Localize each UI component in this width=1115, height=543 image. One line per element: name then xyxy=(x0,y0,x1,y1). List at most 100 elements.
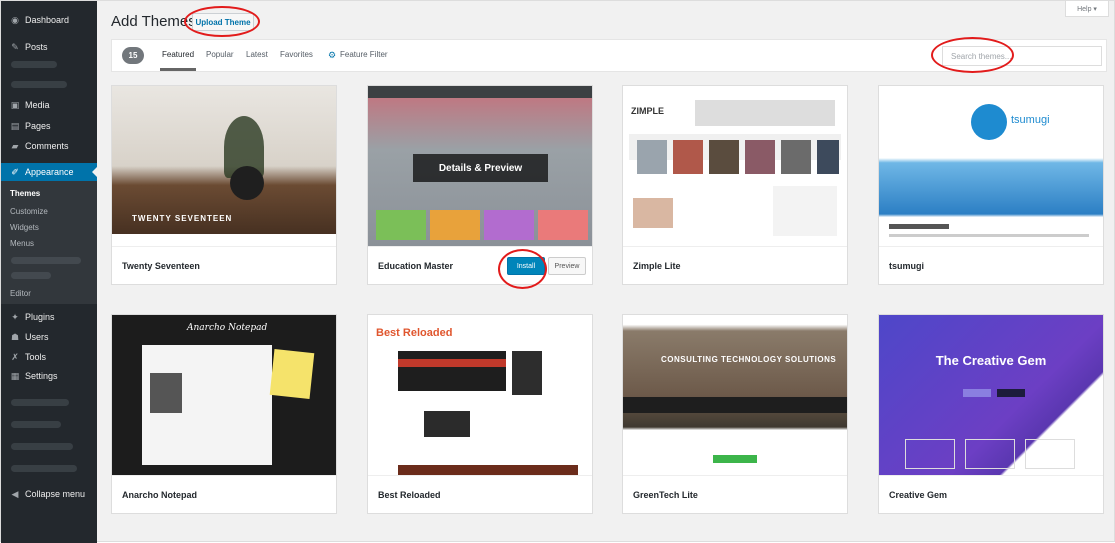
sidebar-item-label: Posts xyxy=(25,42,48,52)
paintbrush-icon: ✐ xyxy=(11,166,19,177)
sidebar-item-appearance[interactable]: ✐ Appearance xyxy=(1,163,97,181)
theme-logo: tsumugi xyxy=(1011,114,1050,126)
theme-card-greentech-lite[interactable]: CONSULTING TECHNOLOGY SOLUTIONS GreenTec… xyxy=(622,314,848,514)
theme-screenshot[interactable]: Best Reloaded xyxy=(368,315,592,475)
sidebar-item-label: Settings xyxy=(25,371,58,381)
theme-name: Best Reloaded xyxy=(368,475,592,513)
theme-card-zimple-lite[interactable]: ZIMPLE Zimple Lite xyxy=(622,85,848,285)
sidebar-item-tools[interactable]: ✗ Tools xyxy=(1,348,97,366)
service-box xyxy=(905,439,955,469)
sidebar-item-media[interactable]: ▣ Media xyxy=(1,96,97,114)
submenu-item-menus[interactable]: Menus xyxy=(10,239,34,248)
tab-latest[interactable]: Latest xyxy=(246,50,268,59)
slider-thumb xyxy=(745,140,775,174)
theme-screenshot[interactable]: TWENTY SEVENTEEN xyxy=(112,86,336,246)
submenu-item-widgets[interactable]: Widgets xyxy=(10,223,39,232)
theme-card-education-master[interactable]: Details & Preview Education Master Insta… xyxy=(367,85,593,285)
theme-name: Twenty Seventeen xyxy=(112,246,336,284)
post-thumb xyxy=(150,373,182,413)
sidebar-item-label: Dashboard xyxy=(25,15,70,25)
admin-sidebar: ◉ Dashboard ✎ Posts ▣ Media ▤ Pages ▰ Co… xyxy=(1,1,97,543)
theme-screenshot[interactable]: The Creative Gem xyxy=(879,315,1103,475)
theme-topbar xyxy=(368,86,592,98)
wrench-icon: ✗ xyxy=(11,351,19,362)
sidebar-item-label: Plugins xyxy=(25,312,55,322)
theme-screenshot[interactable]: Details & Preview xyxy=(368,86,592,246)
sidebar-item-label: Collapse menu xyxy=(25,489,86,499)
sidebar-item-label: Appearance xyxy=(25,167,74,177)
gear-icon[interactable]: ⚙ xyxy=(328,50,336,61)
search-input[interactable] xyxy=(942,46,1102,66)
hero-button xyxy=(997,389,1025,397)
feature-box xyxy=(538,210,588,240)
service-box xyxy=(965,439,1015,469)
wp-admin-window: ◉ Dashboard ✎ Posts ▣ Media ▤ Pages ▰ Co… xyxy=(0,0,1115,543)
submenu-item-themes[interactable]: Themes xyxy=(10,189,40,198)
blurred-menu-item xyxy=(11,443,73,450)
users-icon: ☗ xyxy=(10,331,20,342)
pages-icon: ▤ xyxy=(10,120,20,131)
sidebar-item-label: Comments xyxy=(25,141,69,151)
sidebar-item-comments[interactable]: ▰ Comments xyxy=(1,137,97,155)
theme-banner-text: Best Reloaded xyxy=(376,327,453,339)
theme-banner-text: The Creative Gem xyxy=(935,353,1047,368)
collapse-menu-button[interactable]: ◀ Collapse menu xyxy=(1,485,97,503)
feature-box xyxy=(376,210,426,240)
theme-screenshot[interactable]: Anarcho Notepad xyxy=(112,315,336,475)
sidebar-item-plugins[interactable]: ✦ Plugins xyxy=(1,308,97,326)
theme-card-twenty-seventeen[interactable]: TWENTY SEVENTEEN Twenty Seventeen xyxy=(111,85,337,285)
sidebar-item-pages[interactable]: ▤ Pages xyxy=(1,117,97,135)
sidebar-widget xyxy=(773,186,837,236)
post-title-line xyxy=(889,224,949,229)
blurred-menu-item xyxy=(11,257,81,264)
submenu-item-customize[interactable]: Customize xyxy=(10,207,48,216)
sidebar-item-posts[interactable]: ✎ Posts xyxy=(1,38,97,56)
theme-banner-text: Anarcho Notepad xyxy=(187,323,268,333)
theme-screenshot[interactable]: tsumugi xyxy=(879,86,1103,246)
theme-nav-strip xyxy=(112,234,336,246)
upload-theme-button[interactable]: Upload Theme xyxy=(192,13,254,31)
hero-slider xyxy=(398,351,506,391)
theme-screenshot[interactable]: CONSULTING TECHNOLOGY SOLUTIONS xyxy=(623,315,847,475)
post-thumb xyxy=(633,198,673,228)
theme-card-anarcho-notepad[interactable]: Anarcho Notepad Anarcho Notepad xyxy=(111,314,337,514)
theme-banner-text: TWENTY SEVENTEEN xyxy=(132,214,233,223)
dashboard-icon: ◉ xyxy=(11,14,19,25)
preview-button[interactable]: Preview xyxy=(548,257,586,275)
hero-caption xyxy=(398,359,506,367)
blurred-menu-item xyxy=(11,61,57,68)
theme-card-creative-gem[interactable]: The Creative Gem Creative Gem xyxy=(878,314,1104,514)
theme-count-badge: 15 xyxy=(122,47,144,64)
blurred-menu-item xyxy=(11,81,67,88)
tab-popular[interactable]: Popular xyxy=(206,50,234,59)
install-button[interactable]: Install xyxy=(507,257,545,275)
sidebar-item-label: Pages xyxy=(25,121,51,131)
tab-featured[interactable]: Featured xyxy=(159,50,197,71)
settings-icon: ▦ xyxy=(10,370,20,381)
theme-name: Anarcho Notepad xyxy=(112,475,336,513)
post-text-line xyxy=(889,234,1089,237)
theme-card-tsumugi[interactable]: tsumugi tsumugi xyxy=(878,85,1104,285)
help-button[interactable]: Help ▾ xyxy=(1065,1,1109,17)
feature-filter-link[interactable]: Feature Filter xyxy=(340,50,388,59)
blurred-menu-item xyxy=(11,421,61,428)
comments-icon: ▰ xyxy=(11,140,19,151)
submenu-item-editor[interactable]: Editor xyxy=(10,289,31,298)
sidebar-item-settings[interactable]: ▦ Settings xyxy=(1,367,97,385)
theme-filter-bar: 15 Featured Popular Latest Favorites ⚙ F… xyxy=(111,39,1107,72)
details-preview-overlay[interactable]: Details & Preview xyxy=(413,154,548,182)
plant-pot xyxy=(230,166,264,200)
blurred-menu-item xyxy=(11,272,51,279)
plug-icon: ✦ xyxy=(11,311,19,322)
cta-button xyxy=(713,455,757,463)
sidebar-item-users[interactable]: ☗ Users xyxy=(1,328,97,346)
hero-button xyxy=(963,389,991,397)
theme-card-best-reloaded[interactable]: Best Reloaded Best Reloaded xyxy=(367,314,593,514)
sidebar-item-label: Users xyxy=(25,332,49,342)
theme-name: Zimple Lite xyxy=(623,246,847,284)
theme-screenshot[interactable]: ZIMPLE xyxy=(623,86,847,246)
media-icon: ▣ xyxy=(10,99,20,110)
sidebar-item-dashboard[interactable]: ◉ Dashboard xyxy=(1,11,97,29)
tab-favorites[interactable]: Favorites xyxy=(280,50,313,59)
slider-thumb xyxy=(817,140,839,174)
